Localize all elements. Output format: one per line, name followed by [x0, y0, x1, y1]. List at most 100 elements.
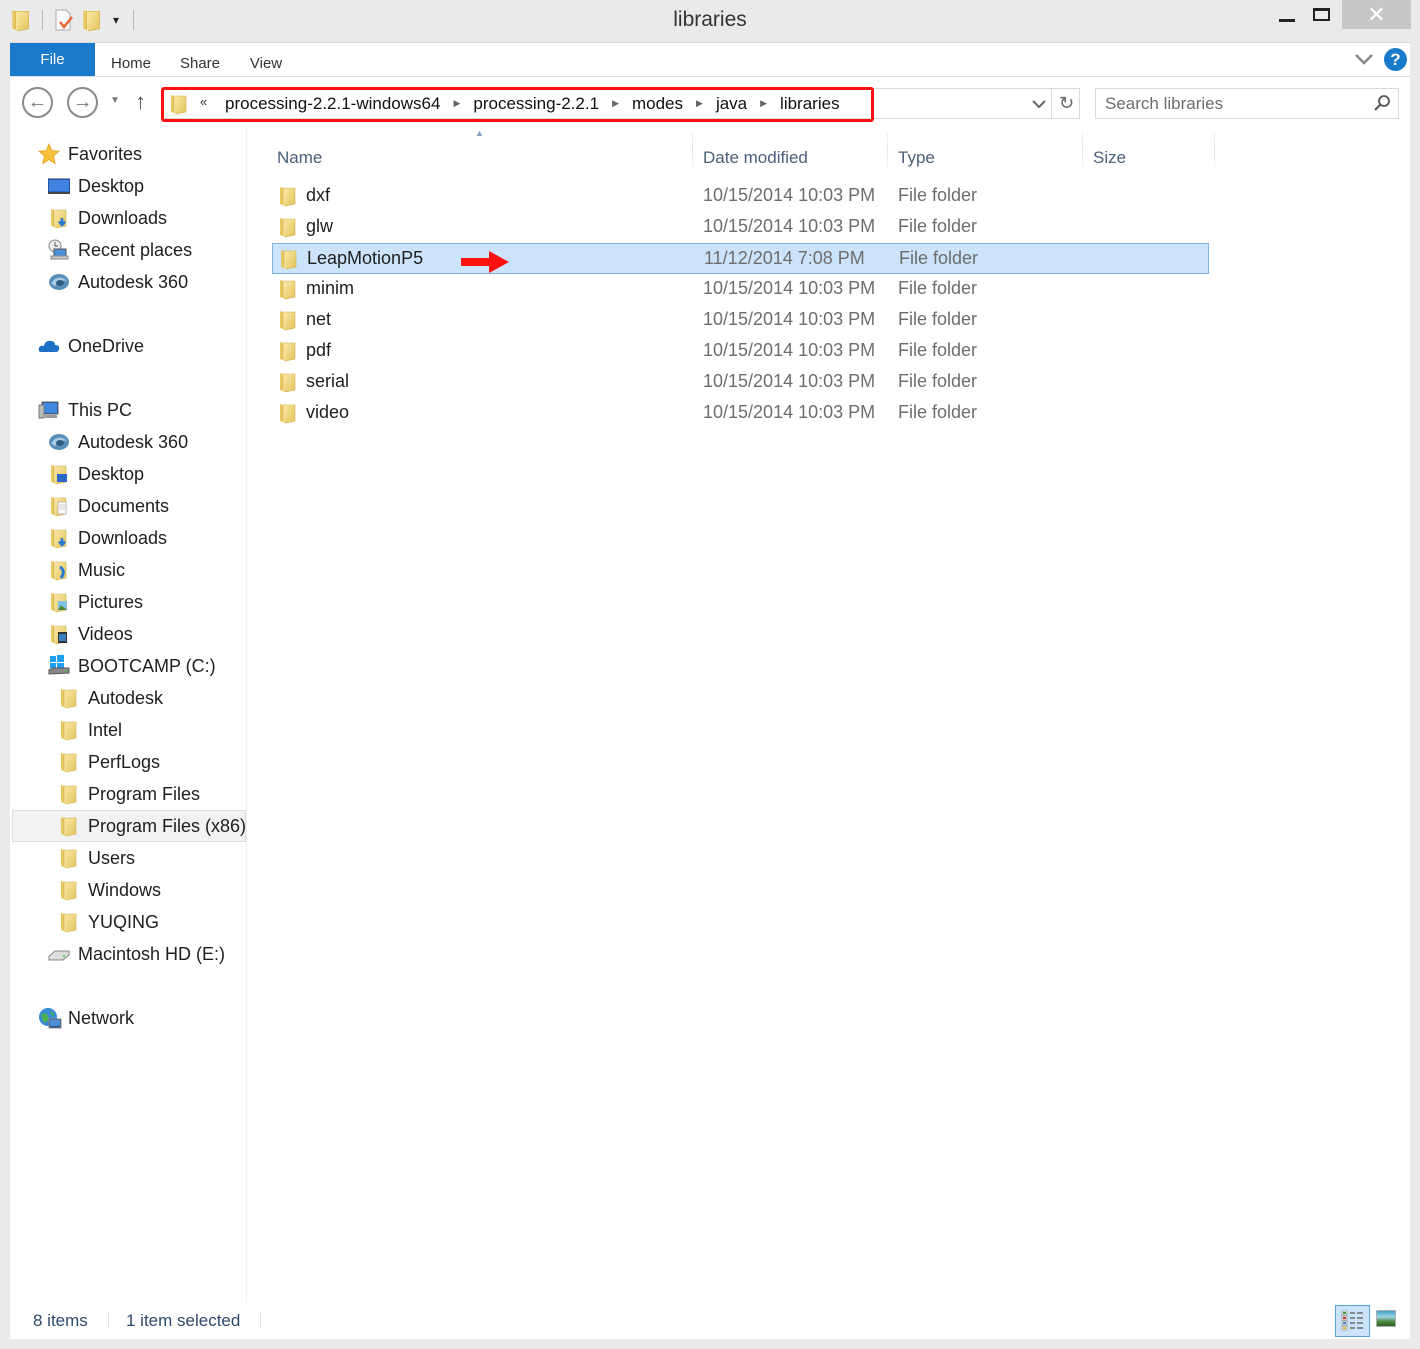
- sidebar-item-pictures[interactable]: Pictures: [48, 586, 143, 618]
- sidebar-item-downloads[interactable]: Downloads: [48, 522, 167, 554]
- help-button[interactable]: ?: [1384, 48, 1407, 71]
- column-divider[interactable]: [1082, 132, 1083, 168]
- address-bar[interactable]: « processing-2.2.1-windows64 ▶ processin…: [161, 87, 1081, 122]
- sidebar-item-label: Intel: [88, 719, 123, 740]
- sidebar-item-network[interactable]: Network: [38, 1002, 134, 1034]
- expand-ribbon-chevron-icon[interactable]: [1353, 49, 1375, 69]
- pictures-folder-icon: [48, 591, 70, 613]
- maximize-button[interactable]: [1298, 0, 1344, 29]
- sidebar-item-label: Users: [88, 847, 136, 868]
- sidebar-item-label: This PC: [68, 399, 133, 420]
- sidebar-item-label: Recent places: [78, 239, 193, 260]
- large-icons-view-button[interactable]: [1376, 1310, 1396, 1327]
- column-header-name[interactable]: Name: [277, 136, 322, 180]
- table-row[interactable]: video 10/15/2014 10:03 PM File folder: [272, 398, 1209, 429]
- divider: [108, 1311, 109, 1329]
- folder-icon: [58, 687, 80, 709]
- sidebar-item-documents[interactable]: Documents: [48, 490, 169, 522]
- sidebar-item-this-pc[interactable]: This PC: [38, 394, 132, 426]
- column-header-type[interactable]: Type: [898, 136, 935, 180]
- autodesk-360-icon: [48, 431, 70, 453]
- column-header-size[interactable]: Size: [1093, 136, 1126, 180]
- breadcrumb-item[interactable]: modes: [628, 94, 687, 114]
- sidebar-item-desktop[interactable]: Desktop: [48, 458, 144, 490]
- close-icon: ✕: [1367, 1, 1386, 27]
- sidebar-item-autodesk-360[interactable]: Autodesk 360: [48, 426, 188, 458]
- sidebar-item-videos[interactable]: Videos: [48, 618, 133, 650]
- breadcrumb-separator-icon[interactable]: ▶: [603, 98, 628, 109]
- sidebar-item-downloads[interactable]: Downloads: [48, 202, 167, 234]
- sidebar-item-recent-places[interactable]: Recent places: [48, 234, 192, 266]
- explorer-body: Favorites Desktop Downloads Recent places Au…: [10, 128, 1410, 1339]
- sidebar-item-autodesk[interactable]: Autodesk: [58, 682, 163, 714]
- sidebar-item-windows[interactable]: Windows: [58, 874, 161, 906]
- breadcrumb-overflow[interactable]: «: [200, 94, 207, 109]
- folder-icon: [58, 847, 80, 869]
- sidebar-item-label: Favorites: [68, 143, 143, 164]
- star-icon: [38, 142, 60, 165]
- sidebar-item-label: Macintosh HD (E:): [78, 943, 226, 964]
- sidebar-item-autodesk-360[interactable]: Autodesk 360: [48, 266, 188, 298]
- table-row[interactable]: dxf 10/15/2014 10:03 PM File folder: [272, 181, 1209, 212]
- sidebar-item-users[interactable]: Users: [58, 842, 135, 874]
- refresh-button[interactable]: ↻: [1051, 89, 1081, 118]
- breadcrumb-separator-icon[interactable]: ▶: [687, 98, 712, 109]
- date-modified: 10/15/2014 10:03 PM: [703, 309, 876, 329]
- sidebar-item-macintosh-hd-e[interactable]: Macintosh HD (E:): [48, 938, 225, 970]
- table-row[interactable]: glw 10/15/2014 10:03 PM File folder: [272, 212, 1209, 243]
- breadcrumb-item[interactable]: libraries: [776, 94, 844, 114]
- tab-share[interactable]: Share: [174, 43, 226, 77]
- sidebar-item-yuqing[interactable]: YUQING: [58, 906, 159, 938]
- breadcrumb-item[interactable]: processing-2.2.1: [469, 94, 603, 114]
- back-button[interactable]: ←: [22, 87, 53, 118]
- sidebar-item-intel[interactable]: Intel: [58, 714, 122, 746]
- sidebar-item-label: Autodesk 360: [78, 431, 189, 452]
- breadcrumb-item[interactable]: java: [712, 94, 751, 114]
- network-icon: [38, 1007, 62, 1029]
- sidebar-item-label: PerfLogs: [88, 751, 161, 772]
- sidebar-item-label: Videos: [78, 623, 133, 644]
- forward-button[interactable]: →: [67, 87, 98, 118]
- sidebar-item-perflogs[interactable]: PerfLogs: [58, 746, 160, 778]
- column-header-date-modified[interactable]: Date modified: [703, 136, 808, 180]
- search-icon[interactable]: [1372, 94, 1392, 114]
- sidebar-item-label: Windows: [88, 879, 162, 900]
- documents-folder-icon: [48, 495, 70, 517]
- sidebar-item-bootcamp-c[interactable]: BOOTCAMP (C:): [48, 650, 216, 682]
- breadcrumb-separator-icon[interactable]: ▶: [751, 98, 776, 109]
- table-row[interactable]: serial 10/15/2014 10:03 PM File folder: [272, 367, 1209, 398]
- sidebar-item-desktop[interactable]: Desktop: [47, 170, 144, 202]
- column-divider[interactable]: [887, 132, 888, 168]
- sidebar-item-onedrive[interactable]: OneDrive: [38, 330, 144, 362]
- folder-icon: [278, 216, 298, 238]
- sidebar-item-program-files[interactable]: Program Files: [58, 778, 200, 810]
- column-divider[interactable]: [1214, 132, 1215, 168]
- tab-home[interactable]: Home: [106, 43, 156, 77]
- sidebar-item-favorites[interactable]: Favorites: [38, 138, 142, 170]
- downloads-folder-icon: [48, 527, 70, 549]
- address-history-chevron-icon[interactable]: [1029, 95, 1049, 113]
- column-divider[interactable]: [692, 132, 693, 168]
- downloads-folder-icon: [48, 207, 70, 229]
- table-row[interactable]: pdf 10/15/2014 10:03 PM File folder: [272, 336, 1209, 367]
- table-row[interactable]: minim 10/15/2014 10:03 PM File folder: [272, 274, 1209, 305]
- breadcrumb-separator-icon[interactable]: ▶: [444, 98, 469, 109]
- up-button[interactable]: ↑: [135, 89, 146, 115]
- tab-view[interactable]: View: [244, 43, 288, 77]
- date-modified: 10/15/2014 10:03 PM: [703, 340, 876, 360]
- file-name: minim: [306, 278, 354, 298]
- sidebar-item-music[interactable]: Music: [48, 554, 125, 586]
- sidebar-item-label: Pictures: [78, 591, 144, 612]
- table-row[interactable]: net 10/15/2014 10:03 PM File folder: [272, 305, 1209, 336]
- sidebar-item-program-files-x86[interactable]: Program Files (x86): [12, 810, 246, 842]
- videos-folder-icon: [48, 623, 70, 645]
- file-list: ▲ Name Date modified Type Size dxf 10/15/…: [248, 128, 1410, 1303]
- details-view-button[interactable]: [1335, 1305, 1370, 1337]
- close-button[interactable]: ✕: [1342, 0, 1411, 29]
- search-input[interactable]: [1096, 89, 1366, 118]
- tab-file[interactable]: File: [10, 43, 95, 76]
- table-row[interactable]: LeapMotionP5 11/12/2014 7:08 PM File folde…: [272, 243, 1209, 274]
- sidebar-item-label: Autodesk 360: [78, 271, 189, 292]
- breadcrumb-item[interactable]: processing-2.2.1-windows64: [221, 94, 444, 114]
- recent-locations-dropdown[interactable]: ▼: [110, 95, 120, 106]
